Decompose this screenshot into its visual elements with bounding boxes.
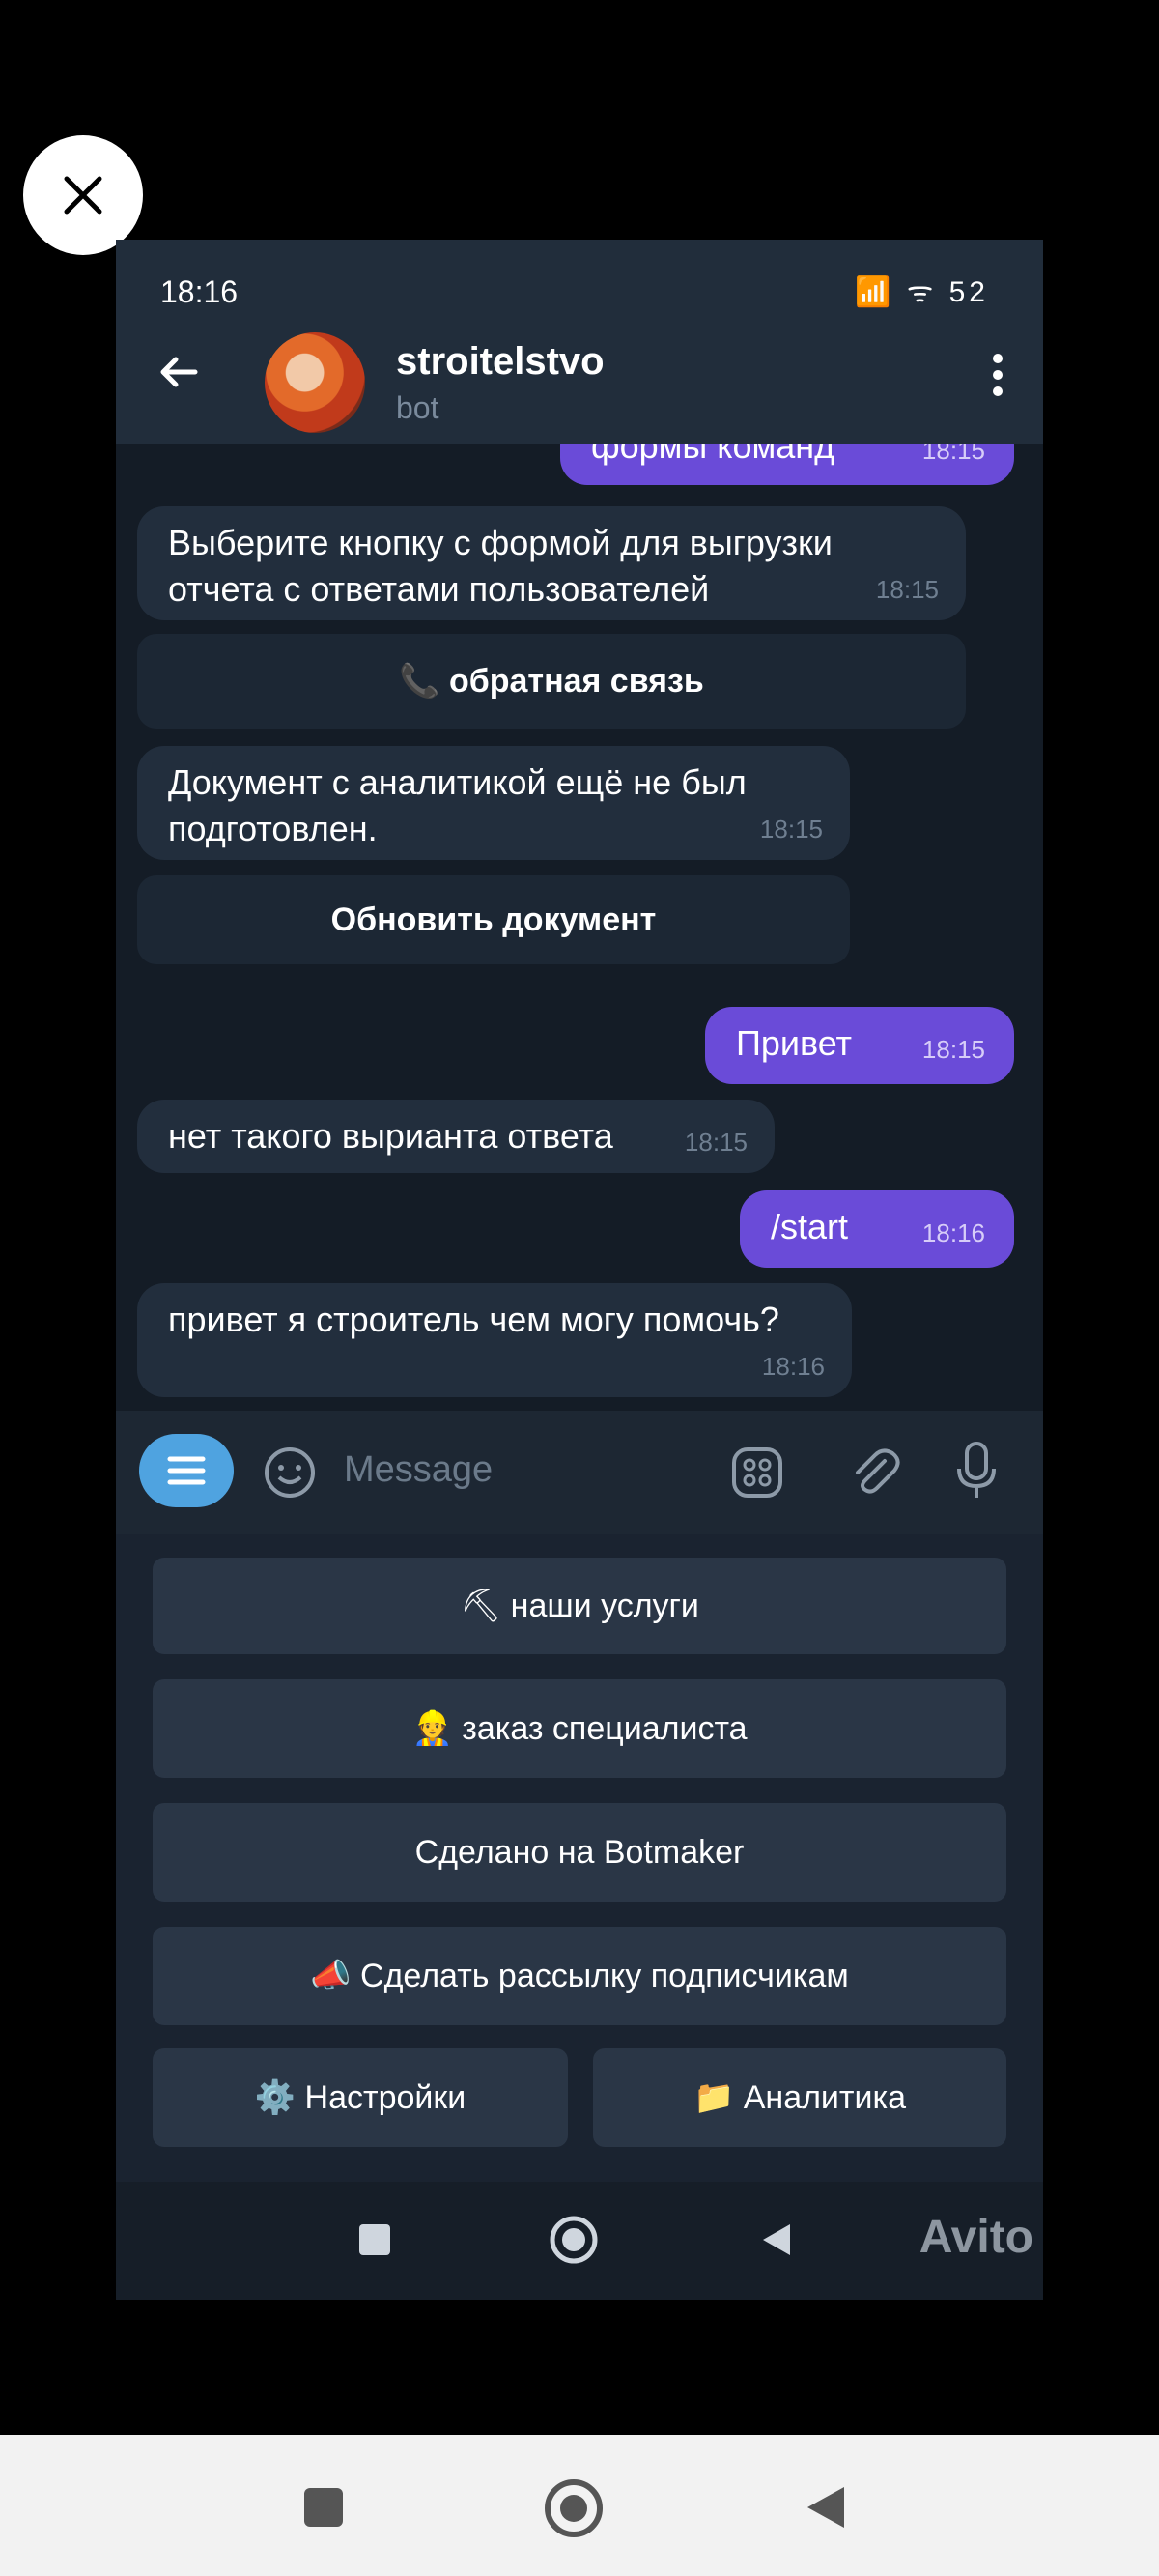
close-icon	[64, 176, 102, 215]
watermark-logo: Avito	[919, 2212, 1033, 2263]
status-bar: 18:16 📶 ᯤ 52	[116, 240, 1043, 313]
message-time: 18:16	[921, 1218, 985, 1247]
message-text: Документ с аналитикой ещё не был подгото…	[168, 762, 747, 848]
message-incoming[interactable]: привет я строитель чем могу помочь? 18:1…	[137, 1283, 852, 1397]
message-time: 18:15	[921, 444, 985, 465]
keyboard-button-order-specialist[interactable]: 👷 заказ специалиста	[153, 1679, 1006, 1778]
recents-icon[interactable]	[355, 2220, 394, 2259]
keyboard-button-analytics[interactable]: 📁 Аналитика	[593, 2048, 1006, 2147]
message-time: 18:15	[759, 815, 823, 844]
chat-header: stroitelstvo bot	[116, 313, 1043, 444]
bot-reply-keyboard: ⛏ наши услуги 👷 заказ специалиста Сделан…	[116, 1534, 1043, 2037]
chat-title[interactable]: stroitelstvo	[396, 340, 605, 384]
message-time: 18:15	[921, 1035, 985, 1064]
home-icon[interactable]	[543, 2477, 605, 2539]
message-text: нет такого выриантa ответа	[168, 1116, 613, 1156]
message-text: привет я строитель чем могу помочь?	[168, 1300, 779, 1339]
message-incoming[interactable]: Выберите кнопку с формой для выгрузки от…	[137, 506, 966, 620]
bot-avatar[interactable]	[265, 332, 365, 433]
recents-icon[interactable]	[301, 2485, 346, 2530]
message-time: 18:15	[684, 1128, 748, 1157]
home-icon[interactable]	[549, 2215, 599, 2265]
more-menu-icon[interactable]	[991, 352, 1004, 398]
message-outgoing[interactable]: Привет 18:15	[705, 1007, 1014, 1084]
keyboard-button-botmaker[interactable]: Сделано на Botmaker	[153, 1803, 1006, 1902]
message-composer: Message	[116, 1411, 1043, 1534]
keyboard-button-broadcast[interactable]: 📣 Сделать рассылку подписчикам	[153, 1927, 1006, 2025]
message-time: 18:15	[875, 575, 939, 604]
back-icon[interactable]	[802, 2483, 850, 2532]
emoji-icon[interactable]	[261, 1444, 319, 1502]
status-icons: 📶 ᯤ 52	[855, 276, 989, 308]
message-text: Привет	[736, 1023, 853, 1063]
inline-button-feedback[interactable]: 📞 обратная связь	[137, 634, 966, 729]
message-text: /start	[771, 1207, 849, 1246]
back-arrow-icon[interactable]	[155, 348, 203, 396]
back-icon[interactable]	[757, 2220, 796, 2259]
close-button[interactable]	[23, 135, 143, 255]
chat-subtitle: bot	[396, 390, 439, 425]
message-input[interactable]: Message	[344, 1449, 493, 1491]
microphone-icon[interactable]	[952, 1440, 1001, 1503]
message-incoming[interactable]: нет такого выриантa ответа 18:15	[137, 1100, 775, 1173]
inline-button-refresh-document[interactable]: Обновить документ	[137, 875, 850, 964]
message-text: Выберите кнопку с формой для выгрузки от…	[168, 523, 833, 609]
bot-keyboard-icon[interactable]	[728, 1444, 786, 1502]
phone-screenshot: 18:16 📶 ᯤ 52 stroitelstvo bot формы кома…	[116, 240, 1043, 2300]
message-text: формы команд	[591, 444, 835, 466]
message-time: 18:16	[761, 1352, 825, 1381]
device-nav-bar	[0, 2435, 1159, 2576]
keyboard-button-settings[interactable]: ⚙️ Настройки	[153, 2048, 568, 2147]
message-incoming[interactable]: Документ с аналитикой ещё не был подгото…	[137, 746, 850, 860]
hamburger-icon	[167, 1456, 206, 1485]
message-outgoing[interactable]: /start 18:16	[740, 1190, 1014, 1268]
status-time: 18:16	[160, 274, 239, 309]
attach-icon[interactable]	[846, 1444, 904, 1502]
phone-nav-bar: Avito	[116, 2182, 1043, 2300]
message-outgoing[interactable]: формы команд 18:15	[560, 444, 1014, 485]
keyboard-button-our-services[interactable]: ⛏ наши услуги	[153, 1558, 1006, 1654]
bot-menu-button[interactable]	[139, 1434, 234, 1507]
